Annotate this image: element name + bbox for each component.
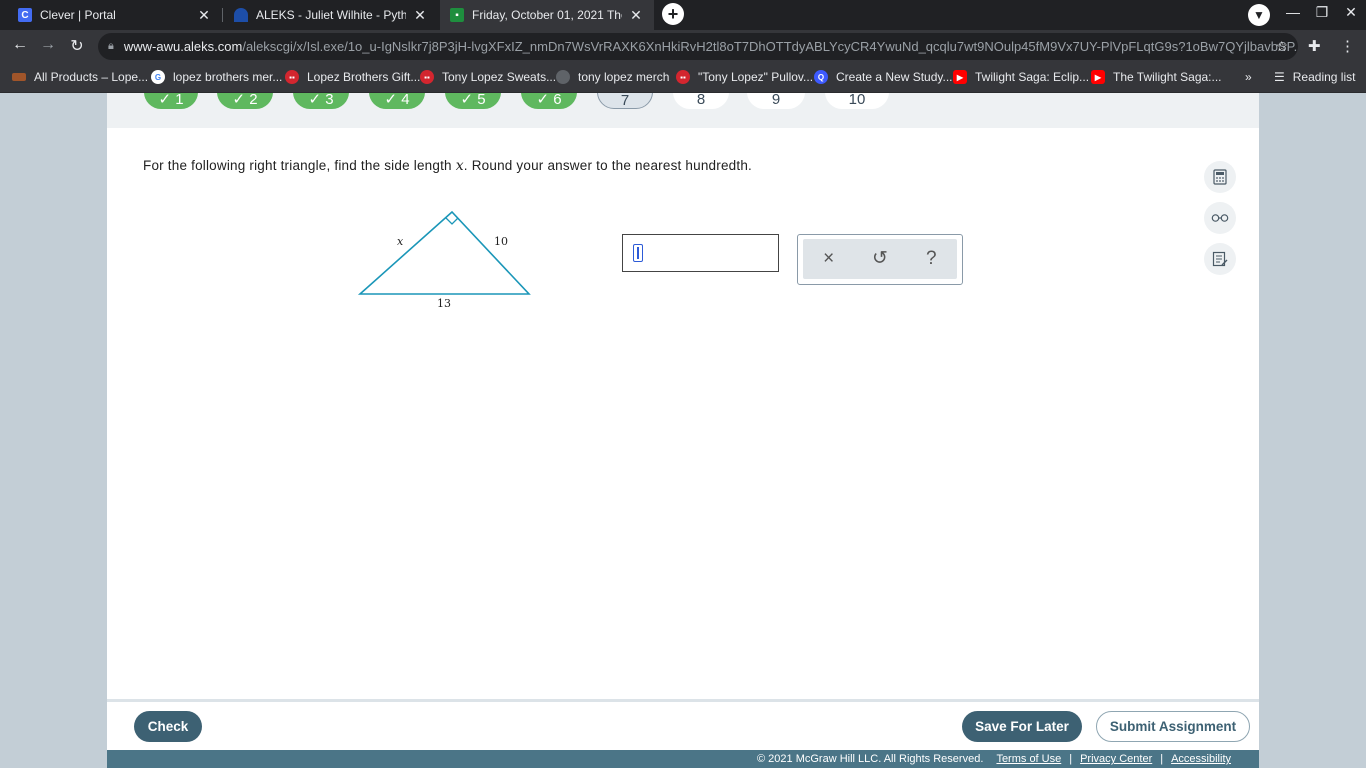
check-button[interactable]: Check [134, 711, 202, 742]
answer-input[interactable] [622, 234, 779, 272]
address-bar[interactable]: 🔒︎ www-awu.aleks.com/alekscgi/x/Isl.exe/… [98, 33, 1298, 60]
reload-icon[interactable]: ↻ [66, 36, 88, 56]
question-pill-7[interactable]: 7 [597, 93, 653, 109]
question-pill-3[interactable]: ✓ 3 [293, 93, 349, 109]
clear-button[interactable]: × [814, 244, 844, 274]
explanation-button[interactable] [1204, 202, 1236, 234]
browser-tab-bar: C Clever | Portal ✕ ALEKS - Juliet Wilhi… [0, 0, 1366, 30]
question-progress-strip: ✓ 1 ✓ 2 ✓ 3 ✓ 4 ✓ 5 ✓ 6 7 8 9 10 [107, 93, 1259, 128]
accessibility-link[interactable]: Accessibility [1171, 753, 1231, 765]
bookmark-item[interactable]: ▶ Twilight Saga: Eclip... [953, 70, 1089, 84]
aleks-page: ✓ 1 ✓ 2 ✓ 3 ✓ 4 ✓ 5 ✓ 6 7 8 9 10 For the followin… [107, 93, 1259, 768]
google-icon: G [151, 70, 165, 84]
question-pill-5[interactable]: ✓ 5 [445, 93, 501, 109]
bookmark-item[interactable]: ▪▪ Lopez Brothers Gift... [285, 70, 420, 84]
star-icon[interactable]: ☆ [1275, 38, 1288, 55]
browser-toolbar: ← → ↻ 🔒︎ www-awu.aleks.com/alekscgi/x/Is… [0, 30, 1366, 63]
bookmark-item[interactable]: ▶ The Twilight Saga:... [1091, 70, 1222, 84]
close-icon[interactable]: ✕ [412, 7, 428, 24]
close-window-icon[interactable]: ✕ [1339, 4, 1363, 21]
extensions-icon[interactable]: ✚ [1308, 37, 1321, 55]
bookmark-item[interactable]: ▪▪ Tony Lopez Sweats... [420, 70, 556, 84]
shop-icon: ▪▪ [676, 70, 690, 84]
right-angle-marker [445, 217, 459, 225]
reading-list-button[interactable]: ☰ Reading list [1274, 70, 1355, 84]
question-pill-10[interactable]: 10 [825, 93, 889, 109]
text-cursor-icon [633, 244, 643, 262]
url-host: www-awu.aleks.com [123, 39, 243, 54]
shield-icon [556, 70, 570, 84]
answer-tools: × ↺ ? [803, 239, 957, 279]
question-pill-1[interactable]: ✓ 1 [144, 93, 198, 109]
classroom-favicon-icon: ▪ [450, 8, 464, 22]
textbook-button[interactable] [1204, 243, 1236, 275]
question-pill-9[interactable]: 9 [747, 93, 805, 109]
close-icon[interactable]: ✕ [628, 7, 644, 24]
bookmark-item[interactable]: Glopez brothers mer... [151, 70, 282, 84]
reading-list-icon: ☰ [1274, 70, 1285, 84]
side-tools [1204, 161, 1236, 284]
calculator-icon [1213, 169, 1227, 185]
bookmark-item[interactable]: tony lopez merch [556, 70, 669, 84]
minimize-icon[interactable]: — [1281, 4, 1305, 20]
back-arrow-icon[interactable]: ← [9, 36, 31, 54]
undo-button[interactable]: ↺ [865, 244, 895, 274]
url-path: /alekscgi/x/Isl.exe/1o_u-IgNslkr7j8P3jH-… [242, 39, 1298, 54]
submit-assignment-button[interactable]: Submit Assignment [1096, 711, 1250, 742]
youtube-icon: ▶ [1091, 70, 1105, 84]
question-text: For the following right triangle, find t… [143, 158, 752, 174]
right-triangle-figure: x 10 13 [357, 210, 531, 310]
question-pill-2[interactable]: ✓ 2 [217, 93, 273, 109]
new-tab-button[interactable]: + [662, 3, 684, 25]
shop-icon: ▪▪ [285, 70, 299, 84]
copyright-bar: © 2021 McGraw Hill LLC. All Rights Reser… [107, 750, 1259, 768]
question-pill-8[interactable]: 8 [673, 93, 729, 109]
bookmark-item[interactable]: ▪▪ "Tony Lopez" Pullov... [676, 70, 813, 84]
shop-icon: ▪▪ [420, 70, 434, 84]
help-button[interactable]: ? [916, 244, 946, 274]
calculator-button[interactable] [1204, 161, 1236, 193]
tab-classroom[interactable]: ▪ Friday, October 01, 2021 The Py ✕ [440, 0, 654, 30]
glasses-icon [1211, 214, 1229, 222]
lock-icon: 🔒︎ [108, 40, 114, 52]
triangle-shape [357, 210, 531, 295]
menu-icon[interactable]: ⋮ [1340, 37, 1355, 55]
forward-arrow-icon[interactable]: → [37, 36, 59, 54]
triangle-label-x: x [397, 235, 404, 248]
answer-tool-panel: × ↺ ? [797, 234, 963, 285]
close-icon[interactable]: ✕ [196, 7, 212, 24]
bookmark-item[interactable]: All Products – Lope... [12, 70, 148, 84]
action-footer: Check Save For Later Submit Assignment [107, 699, 1259, 750]
question-pill-6[interactable]: ✓ 6 [521, 93, 577, 109]
notes-icon [1212, 251, 1228, 267]
bookmarks-bar: All Products – Lope... Glopez brothers m… [0, 63, 1366, 93]
aleks-favicon-icon [234, 8, 248, 22]
restore-icon[interactable]: ❐ [1310, 4, 1334, 21]
question-variable: x [455, 158, 464, 174]
youtube-icon: ▶ [953, 70, 967, 84]
terms-link[interactable]: Terms of Use [996, 753, 1061, 765]
tab-aleks[interactable]: ALEKS - Juliet Wilhite - Pythagor ✕ [224, 0, 438, 30]
tab-clever[interactable]: C Clever | Portal ✕ [8, 0, 222, 30]
bookmark-item[interactable]: Q Create a New Study... [814, 70, 953, 84]
triangle-label-hypotenuse: 13 [437, 297, 451, 310]
triangle-label-leg: 10 [494, 235, 508, 248]
bookmark-favicon-icon [12, 73, 26, 81]
copyright-text: © 2021 McGraw Hill LLC. All Rights Reser… [757, 753, 984, 765]
quizlet-icon: Q [814, 70, 828, 84]
tab-divider [222, 8, 223, 22]
clever-favicon-icon: C [18, 8, 32, 22]
privacy-link[interactable]: Privacy Center [1080, 753, 1152, 765]
save-for-later-button[interactable]: Save For Later [962, 711, 1082, 742]
question-pill-4[interactable]: ✓ 4 [369, 93, 425, 109]
chevron-down-icon[interactable]: ▼ [1248, 4, 1270, 26]
bookmarks-overflow-button[interactable]: » [1245, 70, 1252, 84]
